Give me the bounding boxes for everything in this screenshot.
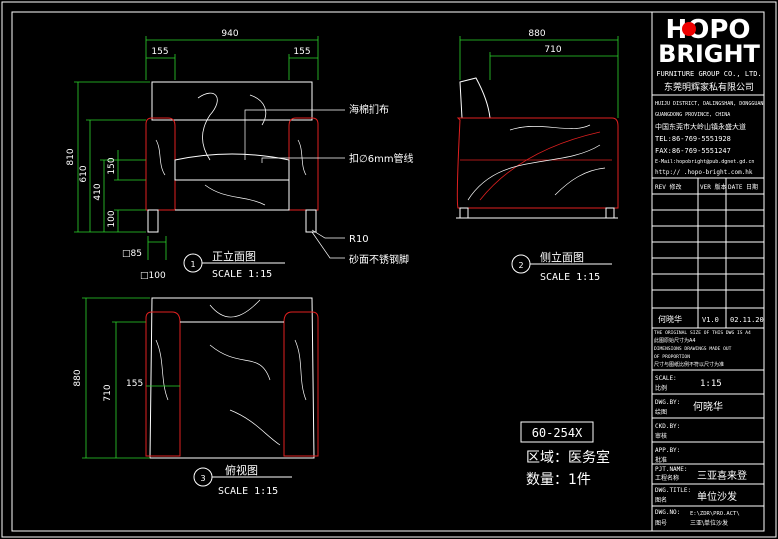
drawing-title-value: 单位沙发	[697, 490, 737, 503]
side-dim-depth-inner: 710	[544, 45, 561, 55]
leg-section-1: □85	[122, 249, 142, 259]
dim-height-cushion: 150	[107, 157, 117, 174]
top-view-title: 俯视图	[225, 463, 258, 477]
date-header: DATE 日期	[728, 183, 758, 191]
company-group: FURNITURE GROUP CO., LTD.	[656, 70, 761, 78]
checked-by-label-cn: 审核	[655, 432, 667, 440]
drawing-number-label-cn: 图号	[655, 520, 667, 527]
company-address-en2: GUANGDONG PROVINCE, CHINA	[655, 112, 730, 118]
rev-name: 何晓华	[658, 314, 682, 324]
cad-drawing-canvas: HOPO BRIGHT FURNITURE GROUP CO., LTD. 东莞…	[0, 0, 778, 539]
scale-value: 1:15	[700, 379, 722, 389]
note-fabric: 海棉扪布	[349, 103, 389, 116]
project-label-cn: 工程名称	[655, 474, 679, 482]
side-view-index: 2	[518, 261, 523, 270]
title-block: HOPO BRIGHT FURNITURE GROUP CO., LTD. 东莞…	[651, 11, 765, 532]
front-elevation-view: 940 155 155 810 610 410 150 100 □85 □100…	[66, 29, 414, 281]
company-email: E-Mail:hopobright@pub.dgnet.gd.cn	[655, 159, 754, 165]
drawing-title-label: DWG.TITLE:	[655, 487, 691, 494]
top-plan-view: 880 710 155 3 俯视图 SCALE 1:15	[73, 297, 319, 497]
item-info: 60-254X 区域：医务室 数量：1件	[520, 421, 610, 488]
item-code: 60-254X	[532, 426, 583, 440]
front-view-title: 正立面图	[212, 249, 256, 263]
side-dim-depth: 880	[528, 29, 545, 39]
drawn-by-label: DWG.BY:	[655, 399, 680, 406]
approved-by-label-cn: 批准	[655, 456, 667, 464]
dim-arm-right: 155	[293, 47, 310, 57]
company-web: http:// .hopo-bright.com.hk	[655, 169, 753, 176]
item-area: 区域：医务室	[526, 449, 610, 466]
drawing-title-label-cn: 图名	[655, 496, 667, 504]
scale-label-cn: 比例	[655, 384, 667, 392]
logo-dot-icon	[682, 22, 696, 36]
side-view-scale: SCALE 1:15	[540, 272, 600, 283]
project-value: 三亚喜来登	[697, 469, 747, 482]
notice-line-4: OF PROPORTION	[654, 354, 690, 360]
item-quantity: 数量：1件	[526, 472, 591, 488]
dim-height-seat: 410	[93, 183, 103, 200]
dim-width: 940	[221, 29, 238, 39]
notice-line-1: THE ORIGINAL SIZE OF THIS DWG IS A4	[654, 330, 751, 336]
note-radius: R10	[349, 234, 369, 245]
notice-line-2: 此图原始尺寸为A4	[654, 337, 696, 344]
drawn-by-label-cn: 绘图	[655, 408, 667, 416]
rev-header: REV 修改	[655, 183, 681, 191]
notice-line-3: DIMENSIONS DRAWINGS MADE OUT	[654, 346, 732, 352]
drawing-number-value-2: 三亚\单位沙发	[690, 519, 728, 527]
dim-height-back: 610	[79, 165, 89, 182]
inner-frame	[11, 11, 765, 532]
drawing-sheet: HOPO BRIGHT FURNITURE GROUP CO., LTD. 东莞…	[1, 1, 777, 538]
side-elevation-view: 880 710 2 侧立面图 SCALE 1:15	[456, 29, 619, 283]
front-view-index: 1	[190, 260, 195, 269]
drawn-by-value: 何晓华	[693, 400, 723, 413]
note-tube: 扣∅6mm管线	[349, 152, 414, 165]
company-fax: FAX:86-769-5551247	[655, 147, 731, 155]
scale-label: SCALE:	[655, 375, 677, 382]
top-view-scale: SCALE 1:15	[218, 486, 278, 497]
dim-height-leg: 100	[107, 210, 117, 227]
side-view-title: 侧立面图	[540, 250, 584, 264]
company-tel: TEL:86-769-5551928	[655, 135, 731, 143]
top-dim-depth: 880	[73, 369, 83, 386]
top-view-index: 3	[200, 474, 205, 483]
note-leg: 砂面不锈钢脚	[349, 253, 409, 266]
company-address-en: HUIJU DISTRICT, DALINGSHAN, DONGGUAN	[655, 101, 763, 107]
top-dim-depth-inner: 710	[103, 384, 113, 401]
project-label: PJT.NAME:	[655, 466, 688, 473]
dim-arm-left: 155	[151, 47, 168, 57]
logo-bottom: BRIGHT	[658, 40, 760, 68]
ver-header: VER 版本	[700, 183, 726, 191]
checked-by-label: CKD.BY:	[655, 423, 680, 430]
front-view-scale: SCALE 1:15	[212, 269, 272, 280]
drawing-number-label: DWG.NO:	[655, 509, 680, 516]
rev-version: V1.0	[702, 316, 719, 324]
notice-line-5: 尺寸与图纸比例不符以尺寸为准	[654, 361, 724, 368]
rev-date: 02.11.20	[730, 316, 764, 324]
dim-height-total: 810	[66, 148, 76, 165]
company-name-cn: 东莞明辉家私有限公司	[664, 81, 754, 93]
drawing-number-value: E:\ZDR\PRO.ACT\	[690, 511, 740, 517]
company-address-cn: 中国东莞市大岭山镇永盛大道	[655, 122, 746, 131]
leg-section-2: □100	[140, 271, 166, 281]
top-dim-arm: 155	[126, 379, 143, 389]
approved-by-label: APP.BY:	[655, 447, 680, 454]
